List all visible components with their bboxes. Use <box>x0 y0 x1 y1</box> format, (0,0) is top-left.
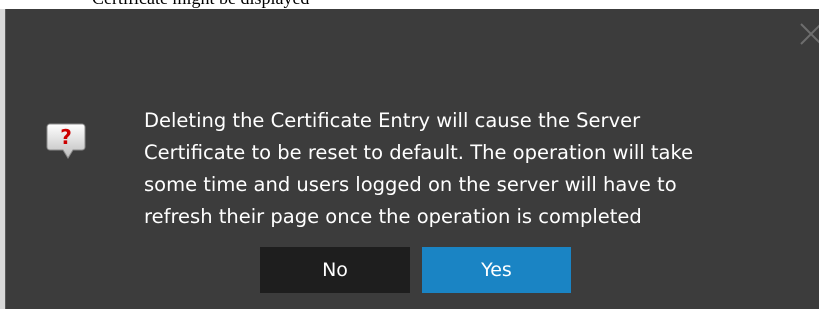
svg-text:?: ? <box>60 125 72 149</box>
yes-button[interactable]: Yes <box>422 247 571 293</box>
background-text: Certificate might be displayed <box>92 0 309 9</box>
message-line: Deleting the Certificate Entry will caus… <box>144 109 641 132</box>
message-line: refresh their page once the operation is… <box>144 205 642 228</box>
close-icon <box>800 23 819 45</box>
message-line: some time and users logged on the server… <box>144 173 677 196</box>
message-line: Certificate to be reset to default. The … <box>144 141 694 164</box>
confirm-dialog: ? Deleting the Certificate Entry will ca… <box>5 9 819 309</box>
no-button[interactable]: No <box>260 247 410 293</box>
background-page: Certificate might be displayed <box>0 0 819 9</box>
question-icon: ? <box>46 121 86 161</box>
dialog-message: Deleting the Certificate Entry will caus… <box>144 105 784 233</box>
close-button[interactable] <box>797 20 819 48</box>
